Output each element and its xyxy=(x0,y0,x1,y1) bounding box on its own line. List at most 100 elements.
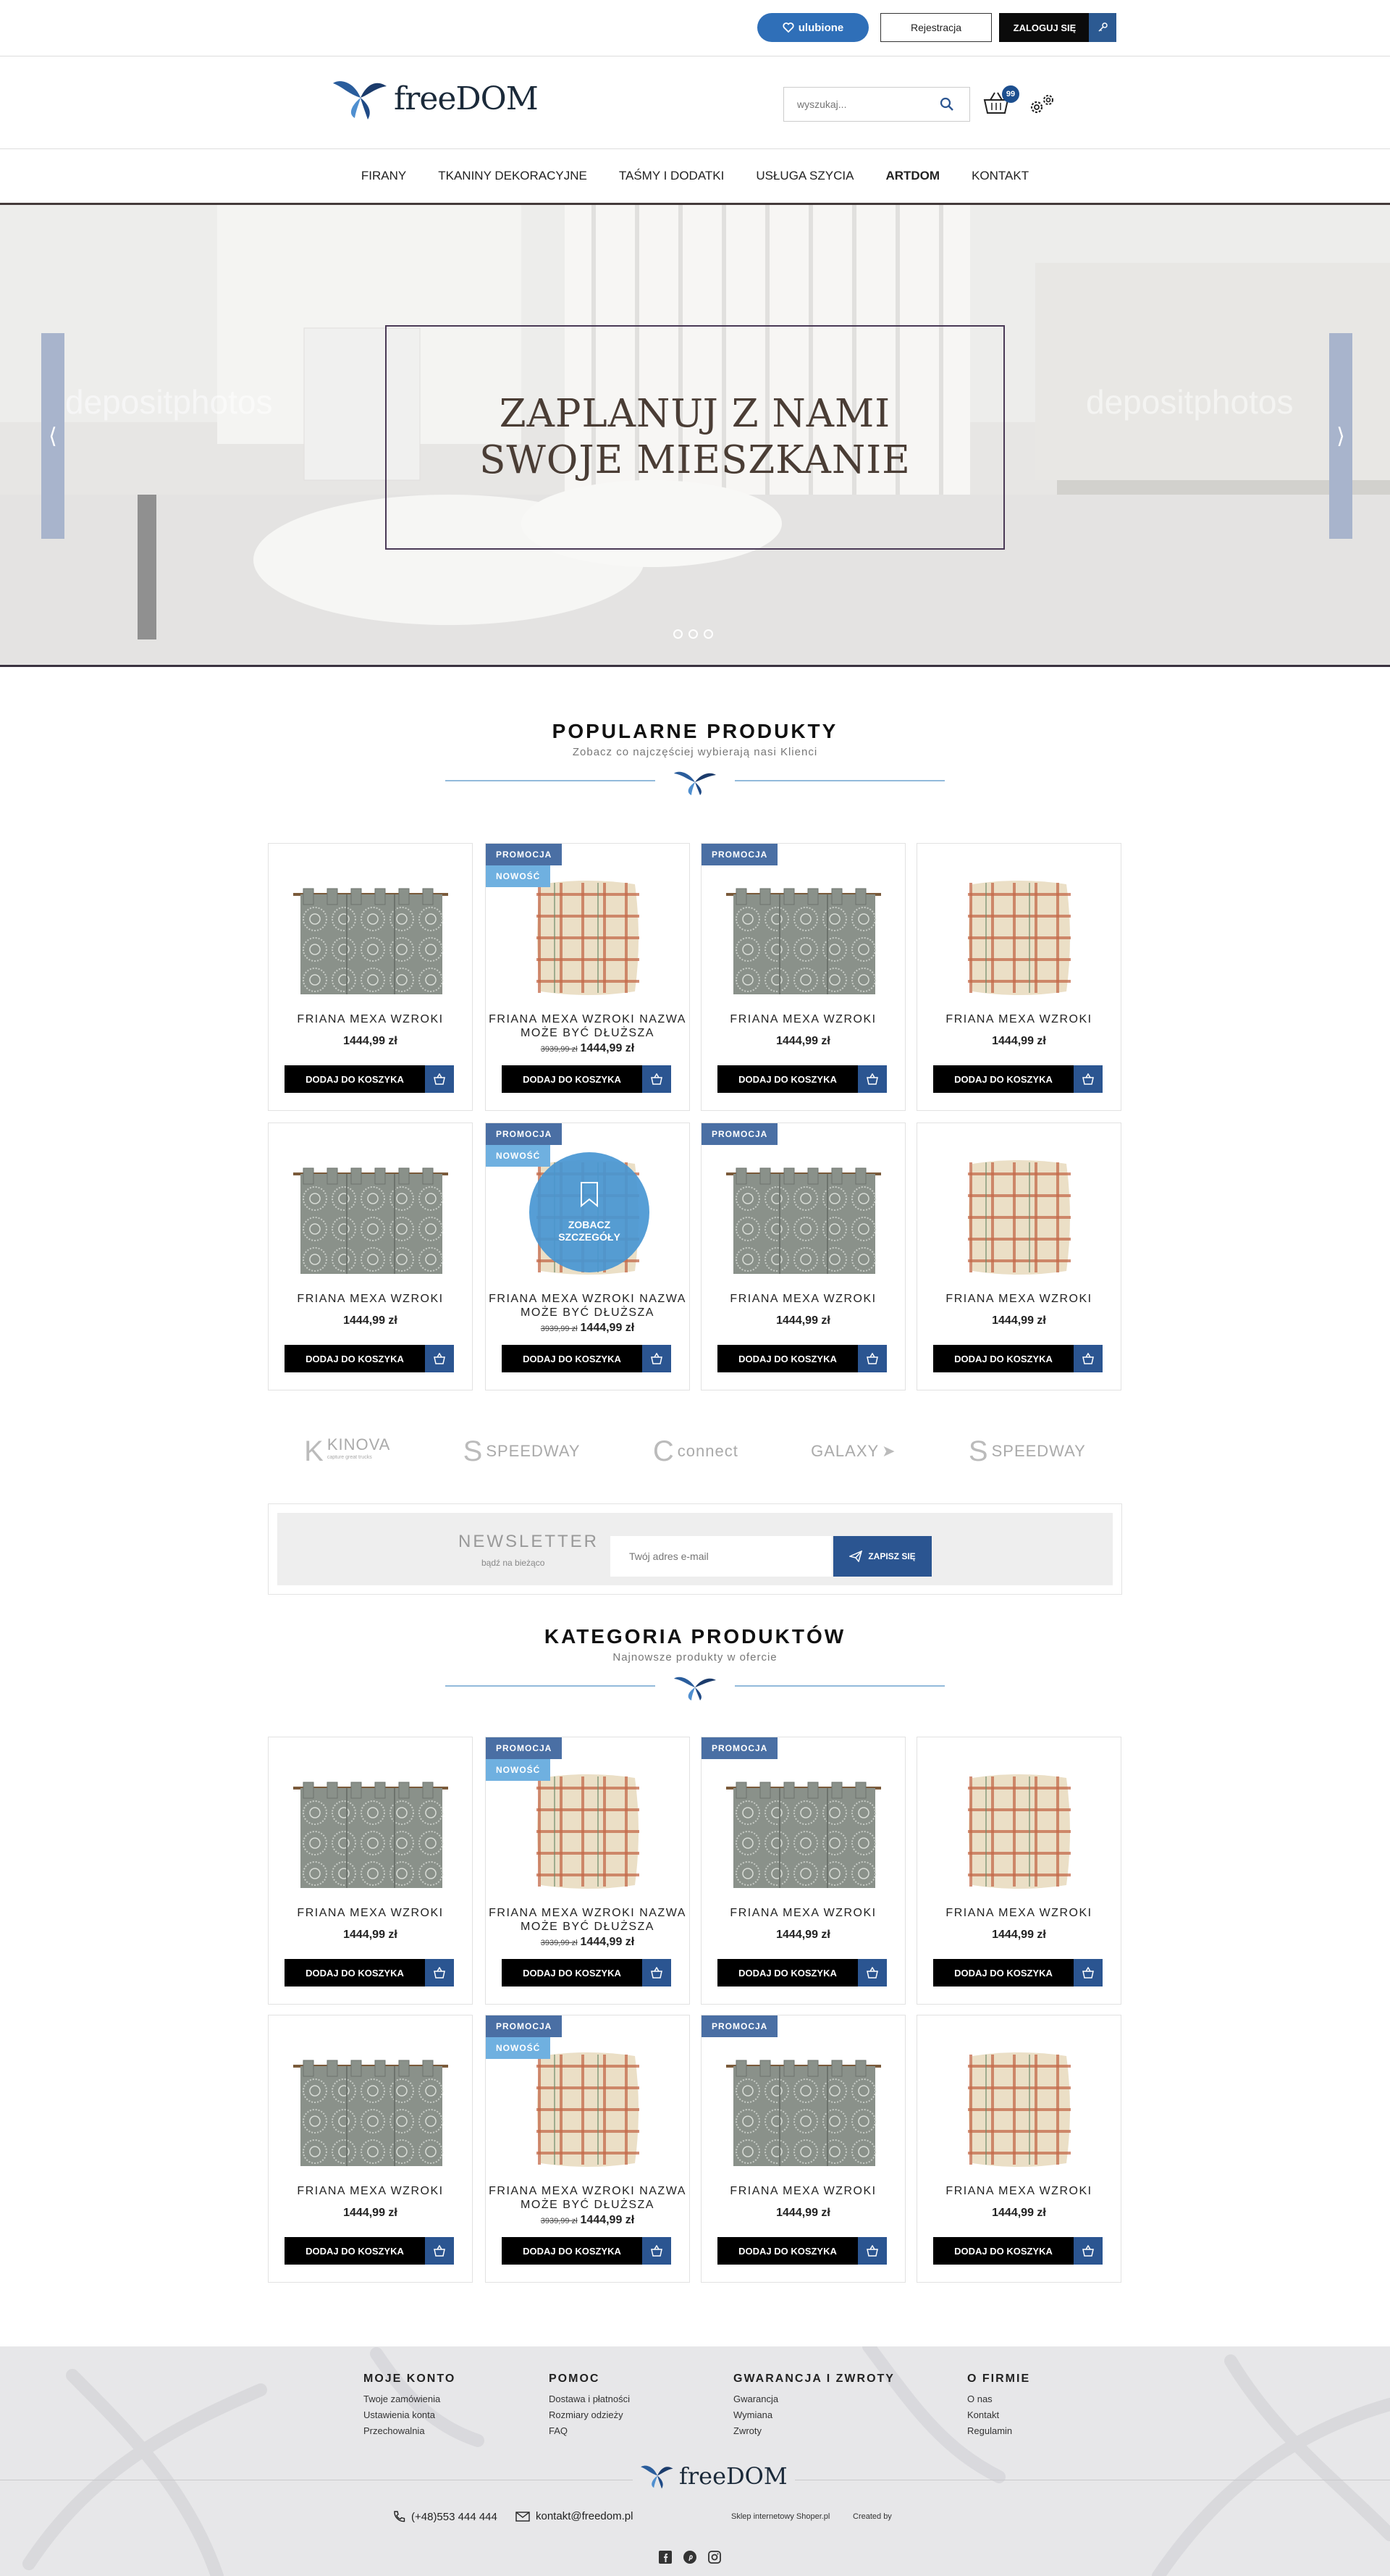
search-icon[interactable] xyxy=(939,96,955,112)
footer-link[interactable]: FAQ xyxy=(549,2423,630,2439)
nav-item-tkaniny[interactable]: TKANINY DEKORACYJNE xyxy=(438,169,587,183)
add-to-cart-basket-icon[interactable] xyxy=(425,1065,454,1093)
hero-next-arrow[interactable]: ⟩ xyxy=(1329,333,1352,539)
view-details-overlay[interactable]: ZOBACZ SZCZEGÓŁY xyxy=(529,1152,649,1272)
product-image[interactable] xyxy=(723,873,884,1003)
brand-logo-speedway-2[interactable]: S SPEEDWAY xyxy=(969,1435,1086,1468)
add-to-cart-basket-icon[interactable] xyxy=(858,2237,887,2265)
product-card[interactable]: PROMOCJA NOWOŚĆ FRIANA MEXA WZROKI NAZWA M… xyxy=(485,1123,690,1390)
footer-link[interactable]: Zwroty xyxy=(733,2423,895,2439)
product-card[interactable]: PROMOCJA NOWOŚĆ FRIANA MEXA WZROKI NAZWA M… xyxy=(485,843,690,1111)
product-card[interactable]: PROMOCJA NOWOŚĆ FRIANA MEXA WZROKI NAZWA M… xyxy=(485,2015,690,2283)
footer-link[interactable]: Przechowalnia xyxy=(363,2423,455,2439)
product-name[interactable]: FRIANA MEXA WZROKI xyxy=(269,1292,472,1306)
newsletter-email-input[interactable] xyxy=(610,1536,832,1577)
product-image[interactable] xyxy=(939,1152,1100,1283)
product-name[interactable]: FRIANA MEXA WZROKI NAZWA MOŻE BYĆ DŁUŻSZ… xyxy=(486,2184,689,2212)
add-to-cart-basket-icon[interactable] xyxy=(858,1065,887,1093)
facebook-icon[interactable] xyxy=(659,2551,672,2564)
product-card[interactable]: FRIANA MEXA WZROKI 1444,99 zł DODAJ DO KOS… xyxy=(268,1737,473,2005)
footer-created-by[interactable]: Created by xyxy=(853,2512,892,2521)
product-card[interactable]: FRIANA MEXA WZROKI 1444,99 zł DODAJ DO KOS… xyxy=(268,1123,473,1390)
footer-link[interactable]: Twoje zamówienia xyxy=(363,2391,455,2407)
add-to-cart-button[interactable]: DODAJ DO KOSZYKA xyxy=(933,1065,1074,1093)
footer-link[interactable]: O nas xyxy=(967,2391,1030,2407)
product-name[interactable]: FRIANA MEXA WZROKI xyxy=(702,1292,905,1306)
add-to-cart-basket-icon[interactable] xyxy=(642,1959,671,1986)
brand-logo-connect[interactable]: Cconnect xyxy=(653,1435,738,1468)
add-to-cart-basket-icon[interactable] xyxy=(858,1959,887,1986)
slider-dot[interactable] xyxy=(688,629,698,639)
footer-link[interactable]: Wymiana xyxy=(733,2407,895,2423)
cart-button[interactable]: 99 xyxy=(982,85,1019,120)
product-image[interactable] xyxy=(507,873,668,1003)
product-name[interactable]: FRIANA MEXA WZROKI xyxy=(917,1906,1121,1920)
footer-link[interactable]: Regulamin xyxy=(967,2423,1030,2439)
product-name[interactable]: FRIANA MEXA WZROKI xyxy=(702,1012,905,1026)
product-image[interactable] xyxy=(939,2044,1100,2175)
product-image[interactable] xyxy=(507,2044,668,2175)
product-card[interactable]: FRIANA MEXA WZROKI 1444,99 zł DODAJ DO KOS… xyxy=(917,2015,1121,2283)
key-icon[interactable] xyxy=(1089,13,1116,42)
favorites-button[interactable]: ulubione xyxy=(757,13,869,42)
product-name[interactable]: FRIANA MEXA WZROKI NAZWA MOŻE BYĆ DŁUŻSZ… xyxy=(486,1012,689,1040)
add-to-cart-basket-icon[interactable] xyxy=(1074,2237,1103,2265)
add-to-cart-button[interactable]: DODAJ DO KOSZYKA xyxy=(285,1345,425,1372)
newsletter-subscribe-button[interactable]: ZAPISZ SIĘ xyxy=(833,1536,932,1577)
product-name[interactable]: FRIANA MEXA WZROKI xyxy=(917,1292,1121,1306)
product-image[interactable] xyxy=(723,1766,884,1897)
product-card[interactable]: PROMOCJA FRIANA MEXA WZROKI 1444,99 zł DODA… xyxy=(701,2015,906,2283)
footer-link[interactable]: Dostawa i płatności xyxy=(549,2391,630,2407)
add-to-cart-button[interactable]: DODAJ DO KOSZYKA xyxy=(285,1959,425,1986)
slider-dot[interactable] xyxy=(704,629,713,639)
nav-item-firany[interactable]: FIRANY xyxy=(361,169,406,183)
nav-item-usluga[interactable]: USŁUGA SZYCIA xyxy=(756,169,854,183)
footer-phone[interactable]: (+48)553 444 444 xyxy=(392,2510,497,2523)
product-name[interactable]: FRIANA MEXA WZROKI xyxy=(269,1906,472,1920)
footer-link[interactable]: Rozmiary odzieży xyxy=(549,2407,630,2423)
instagram-icon[interactable] xyxy=(708,2551,721,2564)
product-image[interactable] xyxy=(939,1766,1100,1897)
add-to-cart-button[interactable]: DODAJ DO KOSZYKA xyxy=(717,1959,858,1986)
register-button[interactable]: Rejestracja xyxy=(880,13,992,42)
settings-gear-icon[interactable] xyxy=(1027,91,1057,121)
nav-item-tasmy[interactable]: TAŚMY I DODATKI xyxy=(619,169,724,183)
add-to-cart-basket-icon[interactable] xyxy=(642,1345,671,1372)
slider-dot[interactable] xyxy=(673,629,683,639)
product-image[interactable] xyxy=(290,1766,451,1897)
add-to-cart-button[interactable]: DODAJ DO KOSZYKA xyxy=(502,1345,642,1372)
footer-link[interactable]: Gwarancja xyxy=(733,2391,895,2407)
footer-logo[interactable]: freeDOM xyxy=(633,2462,795,2490)
add-to-cart-button[interactable]: DODAJ DO KOSZYKA xyxy=(502,1065,642,1093)
add-to-cart-button[interactable]: DODAJ DO KOSZYKA xyxy=(933,2237,1074,2265)
add-to-cart-basket-icon[interactable] xyxy=(1074,1959,1103,1986)
add-to-cart-button[interactable]: DODAJ DO KOSZYKA xyxy=(933,1959,1074,1986)
product-card[interactable]: PROMOCJA FRIANA MEXA WZROKI 1444,99 zł DODA… xyxy=(701,1737,906,2005)
product-image[interactable] xyxy=(290,1152,451,1283)
product-card[interactable]: PROMOCJA NOWOŚĆ FRIANA MEXA WZROKI NAZWA M… xyxy=(485,1737,690,2005)
product-name[interactable]: FRIANA MEXA WZROKI xyxy=(269,2184,472,2198)
product-name[interactable]: FRIANA MEXA WZROKI xyxy=(702,1906,905,1920)
add-to-cart-button[interactable]: DODAJ DO KOSZYKA xyxy=(717,1065,858,1093)
product-card[interactable]: FRIANA MEXA WZROKI 1444,99 zł DODAJ DO KOS… xyxy=(917,843,1121,1111)
product-image[interactable] xyxy=(507,1766,668,1897)
search-input[interactable] xyxy=(784,88,929,121)
product-name[interactable]: FRIANA MEXA WZROKI xyxy=(917,1012,1121,1026)
brand-logo-kinova[interactable]: K KINOVA capture great trucks xyxy=(304,1435,390,1468)
add-to-cart-basket-icon[interactable] xyxy=(642,1065,671,1093)
product-name[interactable]: FRIANA MEXA WZROKI xyxy=(702,2184,905,2198)
product-name[interactable]: FRIANA MEXA WZROKI NAZWA MOŻE BYĆ DŁUŻSZ… xyxy=(486,1292,689,1320)
add-to-cart-basket-icon[interactable] xyxy=(425,2237,454,2265)
product-card[interactable]: PROMOCJA FRIANA MEXA WZROKI 1444,99 zł DODA… xyxy=(701,843,906,1111)
product-name[interactable]: FRIANA MEXA WZROKI NAZWA MOŻE BYĆ DŁUŻSZ… xyxy=(486,1906,689,1934)
hero-prev-arrow[interactable]: ⟨ xyxy=(41,333,64,539)
product-card[interactable]: FRIANA MEXA WZROKI 1444,99 zł DODAJ DO KOS… xyxy=(917,1123,1121,1390)
add-to-cart-basket-icon[interactable] xyxy=(425,1345,454,1372)
product-card[interactable]: FRIANA MEXA WZROKI 1444,99 zł DODAJ DO KOS… xyxy=(917,1737,1121,2005)
product-image[interactable] xyxy=(723,1152,884,1283)
nav-item-artdom[interactable]: ARTDOM xyxy=(885,169,940,183)
pinterest-icon[interactable] xyxy=(683,2551,696,2564)
add-to-cart-basket-icon[interactable] xyxy=(1074,1065,1103,1093)
logo[interactable]: freeDOM xyxy=(332,76,539,121)
nav-item-kontakt[interactable]: KONTAKT xyxy=(972,169,1029,183)
